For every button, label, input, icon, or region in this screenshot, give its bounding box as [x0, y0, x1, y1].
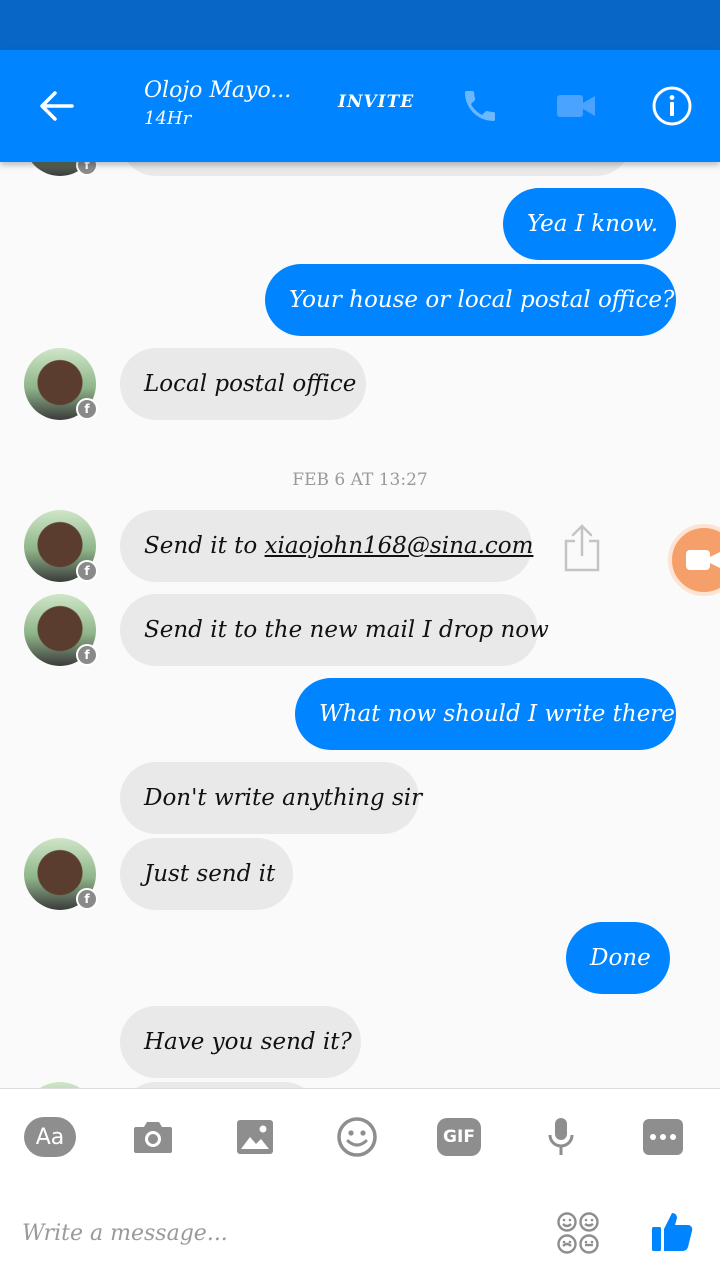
text-format-button[interactable]: Aa — [22, 1113, 78, 1161]
camera-button[interactable] — [125, 1113, 181, 1161]
message-text: Done — [590, 945, 651, 971]
video-camera-icon — [686, 550, 720, 570]
outgoing-message-bubble[interactable]: What now should I write there. — [295, 678, 682, 750]
share-icon — [564, 524, 600, 572]
outgoing-message-bubble[interactable]: Yea I know. — [503, 188, 676, 260]
outgoing-message-bubble[interactable]: Done — [566, 922, 670, 994]
back-arrow-icon — [40, 91, 74, 121]
back-button[interactable] — [24, 80, 88, 132]
message-composer: Aa GIF — [0, 1088, 720, 1280]
aa-icon: Aa — [24, 1117, 76, 1157]
contact-title[interactable]: Olojo Mayo... 14Hr — [144, 76, 291, 132]
incoming-message-bubble[interactable]: Don't write anything sir — [120, 762, 423, 834]
message-text: Send it to — [144, 533, 265, 559]
stickers-button[interactable] — [554, 1209, 602, 1257]
emoji-button[interactable] — [329, 1113, 385, 1161]
thumbs-up-icon — [652, 1213, 693, 1251]
microphone-icon — [548, 1118, 574, 1155]
conversation-header: Olojo Mayo... 14Hr INVITE — [0, 50, 720, 162]
camera-icon — [134, 1122, 172, 1153]
contact-avatar[interactable]: f — [24, 510, 98, 582]
info-icon — [652, 86, 692, 126]
stickers-icon — [557, 1212, 599, 1254]
outgoing-message-bubble[interactable]: Your house or local postal office? — [265, 264, 676, 336]
image-icon — [237, 1120, 273, 1154]
gallery-button[interactable] — [227, 1113, 283, 1161]
message-text: Your house or local postal office? — [289, 287, 675, 313]
facebook-badge-icon: f — [76, 644, 98, 666]
incoming-message-bubble[interactable]: Just send it — [120, 838, 293, 910]
video-call-button[interactable] — [548, 80, 604, 132]
message-input[interactable] — [22, 1211, 522, 1255]
facebook-badge-icon: f — [76, 398, 98, 420]
gif-icon: GIF — [437, 1118, 481, 1156]
video-camera-icon — [557, 95, 595, 117]
date-separator: FEB 6 AT 13:27 — [292, 470, 428, 490]
contact-active-status: 14Hr — [144, 108, 192, 129]
like-button[interactable] — [646, 1205, 698, 1257]
contact-avatar[interactable]: f — [24, 838, 98, 910]
conversation-info-button[interactable] — [644, 78, 700, 134]
facebook-badge-icon: f — [76, 888, 98, 910]
email-link[interactable]: xiaojohn168@sina.com — [265, 533, 534, 559]
more-icon — [643, 1119, 683, 1155]
voice-message-button[interactable] — [533, 1113, 589, 1161]
contact-avatar[interactable]: f — [24, 594, 98, 666]
message-text: Have you send it? — [144, 1029, 352, 1055]
contact-avatar[interactable]: f — [24, 348, 98, 420]
status-bar — [0, 0, 720, 50]
incoming-message-bubble[interactable]: Send it to xiaojohn168@sina.com — [120, 510, 534, 582]
share-button[interactable] — [556, 520, 608, 576]
phone-icon — [465, 91, 495, 121]
message-text: What now should I write there. — [319, 701, 683, 727]
emoji-icon — [337, 1117, 377, 1157]
voice-call-button[interactable] — [452, 80, 508, 132]
incoming-message-bubble[interactable]: Local postal office — [120, 348, 366, 420]
message-text: Don't write anything sir — [144, 785, 423, 811]
facebook-badge-icon: f — [76, 560, 98, 582]
incoming-message-bubble[interactable]: Have you send it? — [120, 1006, 361, 1078]
floating-video-button[interactable] — [668, 524, 720, 596]
message-text: Local postal office — [144, 371, 357, 397]
contact-name: Olojo Mayo... — [144, 78, 292, 103]
more-options-button[interactable] — [635, 1113, 691, 1161]
invite-button[interactable]: INVITE — [338, 92, 414, 112]
incoming-message-bubble[interactable]: Send it to the new mail I drop now — [120, 594, 549, 666]
message-text: Send it to the new mail I drop now — [144, 617, 549, 643]
gif-button[interactable]: GIF — [431, 1113, 487, 1161]
message-text: Just send it — [144, 861, 276, 887]
message-text: Yea I know. — [527, 211, 659, 237]
